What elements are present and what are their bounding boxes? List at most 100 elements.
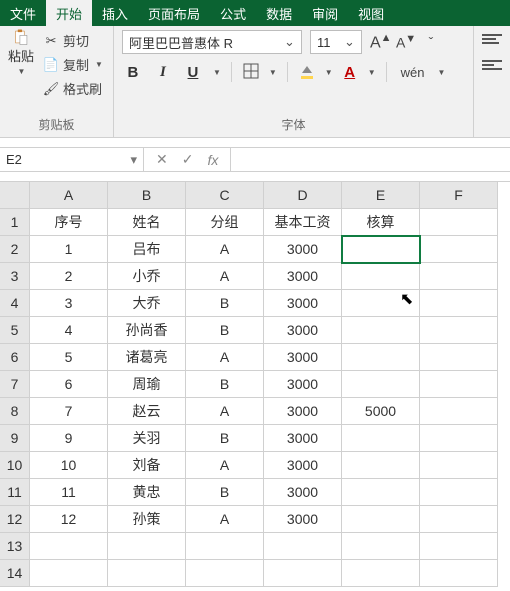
active-cell[interactable] bbox=[342, 236, 420, 263]
cell[interactable]: 9 bbox=[30, 425, 108, 452]
cell[interactable]: 孙策 bbox=[108, 506, 186, 533]
row-header[interactable]: 2 bbox=[0, 236, 30, 263]
cell[interactable]: 3000 bbox=[264, 263, 342, 290]
row-header[interactable]: 9 bbox=[0, 425, 30, 452]
tab-formula[interactable]: 公式 bbox=[210, 0, 256, 26]
col-header-d[interactable]: D bbox=[264, 182, 342, 209]
cell[interactable]: B bbox=[186, 290, 264, 317]
cell[interactable]: 分组 bbox=[186, 209, 264, 236]
cell[interactable]: A bbox=[186, 344, 264, 371]
row-header[interactable]: 13 bbox=[0, 533, 30, 560]
copy-dropdown-icon[interactable]: ▼ bbox=[95, 60, 103, 69]
increase-font-icon[interactable]: A▲ bbox=[370, 32, 388, 52]
cell[interactable] bbox=[420, 560, 498, 587]
cell[interactable] bbox=[420, 371, 498, 398]
cell[interactable] bbox=[420, 344, 498, 371]
tab-insert[interactable]: 插入 bbox=[92, 0, 138, 26]
formula-input[interactable] bbox=[230, 148, 510, 172]
cell[interactable]: A bbox=[186, 506, 264, 533]
copy-button[interactable]: 📄复制▼ bbox=[42, 54, 105, 75]
cell[interactable]: 5 bbox=[30, 344, 108, 371]
cell[interactable] bbox=[342, 371, 420, 398]
cell[interactable] bbox=[342, 344, 420, 371]
cell[interactable]: 3000 bbox=[264, 236, 342, 263]
row-header[interactable]: 12 bbox=[0, 506, 30, 533]
collapse-ribbon-icon[interactable]: ˇ bbox=[422, 34, 440, 50]
cell[interactable] bbox=[342, 317, 420, 344]
cell[interactable] bbox=[264, 533, 342, 560]
cell[interactable]: 5000 bbox=[342, 398, 420, 425]
cell[interactable]: 姓名 bbox=[108, 209, 186, 236]
cell[interactable]: B bbox=[186, 479, 264, 506]
cell[interactable] bbox=[420, 290, 498, 317]
cell[interactable]: 孙尚香 bbox=[108, 317, 186, 344]
paste-icon[interactable] bbox=[14, 30, 28, 44]
cell[interactable] bbox=[186, 533, 264, 560]
accept-formula-icon[interactable]: ✓ bbox=[182, 151, 194, 168]
font-name-select[interactable]: 阿里巴巴普惠体 R⌄ bbox=[122, 30, 302, 54]
cell[interactable] bbox=[420, 506, 498, 533]
name-box[interactable]: E2▾ bbox=[0, 148, 144, 172]
cell[interactable]: 大乔 bbox=[108, 290, 186, 317]
cell[interactable]: 3000 bbox=[264, 425, 342, 452]
cell[interactable]: 3000 bbox=[264, 452, 342, 479]
fx-icon[interactable]: fx bbox=[207, 152, 218, 168]
cell[interactable] bbox=[420, 263, 498, 290]
underline-button[interactable]: U bbox=[182, 64, 204, 81]
cell[interactable]: 10 bbox=[30, 452, 108, 479]
cell[interactable]: 核算 bbox=[342, 209, 420, 236]
cell[interactable]: 序号 bbox=[30, 209, 108, 236]
col-header-f[interactable]: F bbox=[420, 182, 498, 209]
cell[interactable] bbox=[30, 533, 108, 560]
row-header[interactable]: 11 bbox=[0, 479, 30, 506]
cell[interactable]: 3 bbox=[30, 290, 108, 317]
cell[interactable] bbox=[342, 479, 420, 506]
cell[interactable] bbox=[108, 560, 186, 587]
cell[interactable]: A bbox=[186, 236, 264, 263]
cell[interactable]: B bbox=[186, 425, 264, 452]
cell[interactable]: 基本工资 bbox=[264, 209, 342, 236]
row-header[interactable]: 6 bbox=[0, 344, 30, 371]
cell[interactable]: 刘备 bbox=[108, 452, 186, 479]
cell[interactable]: 周瑜 bbox=[108, 371, 186, 398]
cell[interactable] bbox=[420, 425, 498, 452]
cell[interactable]: 小乔 bbox=[108, 263, 186, 290]
cell[interactable]: 3000 bbox=[264, 344, 342, 371]
font-color-dropdown-icon[interactable]: ▼ bbox=[368, 68, 376, 77]
font-size-select[interactable]: 11⌄ bbox=[310, 30, 362, 54]
row-header[interactable]: 7 bbox=[0, 371, 30, 398]
cell[interactable]: A bbox=[186, 452, 264, 479]
cell[interactable] bbox=[264, 560, 342, 587]
align-top-icon[interactable] bbox=[482, 34, 502, 50]
cell[interactable]: 2 bbox=[30, 263, 108, 290]
cell[interactable] bbox=[342, 506, 420, 533]
bold-button[interactable]: B bbox=[122, 64, 144, 81]
align-left-icon[interactable] bbox=[482, 60, 502, 76]
cancel-formula-icon[interactable]: ✕ bbox=[156, 151, 168, 168]
cell[interactable]: A bbox=[186, 398, 264, 425]
cell[interactable]: 黄忠 bbox=[108, 479, 186, 506]
italic-button[interactable]: I bbox=[152, 64, 174, 81]
cell[interactable] bbox=[342, 560, 420, 587]
col-header-b[interactable]: B bbox=[108, 182, 186, 209]
row-header[interactable]: 10 bbox=[0, 452, 30, 479]
cell[interactable] bbox=[420, 452, 498, 479]
cell[interactable] bbox=[342, 533, 420, 560]
cell[interactable] bbox=[342, 452, 420, 479]
col-header-e[interactable]: E bbox=[342, 182, 420, 209]
paste-label[interactable]: 粘贴 bbox=[8, 46, 34, 65]
border-button[interactable] bbox=[242, 63, 260, 82]
border-dropdown-icon[interactable]: ▼ bbox=[269, 68, 277, 77]
cell[interactable]: 4 bbox=[30, 317, 108, 344]
row-header[interactable]: 4 bbox=[0, 290, 30, 317]
cell[interactable]: 3000 bbox=[264, 506, 342, 533]
cell[interactable]: 关羽 bbox=[108, 425, 186, 452]
cell[interactable]: 赵云 bbox=[108, 398, 186, 425]
select-all-corner[interactable] bbox=[0, 182, 30, 209]
row-header[interactable]: 14 bbox=[0, 560, 30, 587]
col-header-a[interactable]: A bbox=[30, 182, 108, 209]
tab-review[interactable]: 审阅 bbox=[302, 0, 348, 26]
cell[interactable] bbox=[108, 533, 186, 560]
cell[interactable]: 吕布 bbox=[108, 236, 186, 263]
cell[interactable]: 12 bbox=[30, 506, 108, 533]
